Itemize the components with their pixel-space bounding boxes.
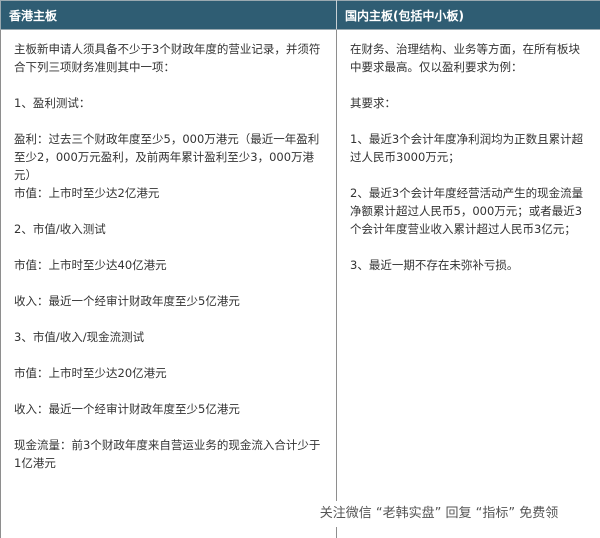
domestic-req-1: 1、最近3个会计年度净利润均为正数且累计超过人民币3000万元；	[350, 130, 587, 166]
table-body-row: 主板新申请人须具备不少于3个财政年度的营业记录，并须符合下列三项财务准则其中一项…	[1, 30, 600, 538]
domestic-intro: 在财务、治理结构、业务等方面，在所有板块中要求最高。仅以盈利要求为例：	[350, 40, 587, 76]
hk-intro: 主板新申请人须具备不少于3个财政年度的营业记录，并须符合下列三项财务准则其中一项…	[14, 40, 323, 76]
hk-test-2-revenue: 收入：最近一个经审计财政年度至少5亿港元	[14, 292, 323, 310]
table-header-row: 香港主板 国内主板(包括中小板)	[1, 1, 600, 30]
hk-test-3-cashflow: 现金流量：前3个财政年度来自营运业务的现金流入合计少于1亿港元	[14, 436, 323, 472]
hk-test-1-title: 1、盈利测试：	[14, 94, 323, 112]
domestic-req-3: 3、最近一期不存在未弥补亏损。	[350, 256, 587, 274]
header-hk-main-board: 香港主板	[1, 1, 337, 30]
hk-test-2-title: 2、市值/收入测试	[14, 220, 323, 238]
hk-test-3-title: 3、市值/收入/现金流测试	[14, 328, 323, 346]
domestic-req-title: 其要求：	[350, 94, 587, 112]
hk-test-3-cap: 市值：上市时至少达20亿港元	[14, 364, 323, 382]
hk-test-3-revenue: 收入：最近一个经审计财政年度至少5亿港元	[14, 400, 323, 418]
comparison-table: 香港主板 国内主板(包括中小板) 主板新申请人须具备不少于3个财政年度的营业记录…	[0, 0, 600, 538]
hk-test-1-cap: 市值：上市时至少达2亿港元	[14, 184, 323, 202]
hk-test-1-profit: 盈利：过去三个财政年度至少5，000万港元（最近一年盈利至少2，000万元盈利，…	[14, 130, 323, 184]
header-domestic-main-board: 国内主板(包括中小板)	[337, 1, 600, 30]
domestic-req-2: 2、最近3个会计年度经营活动产生的现金流量净额累计超过人民币5，000万元；或者…	[350, 184, 587, 238]
watermark-banner: 关注微信 “老韩实盘” 回复 “指标” 免费领	[278, 501, 600, 527]
hk-test-2-cap: 市值：上市时至少达40亿港元	[14, 256, 323, 274]
hk-requirements-cell: 主板新申请人须具备不少于3个财政年度的营业记录，并须符合下列三项财务准则其中一项…	[1, 30, 337, 538]
domestic-requirements-cell: 在财务、治理结构、业务等方面，在所有板块中要求最高。仅以盈利要求为例： 其要求：…	[337, 30, 600, 538]
